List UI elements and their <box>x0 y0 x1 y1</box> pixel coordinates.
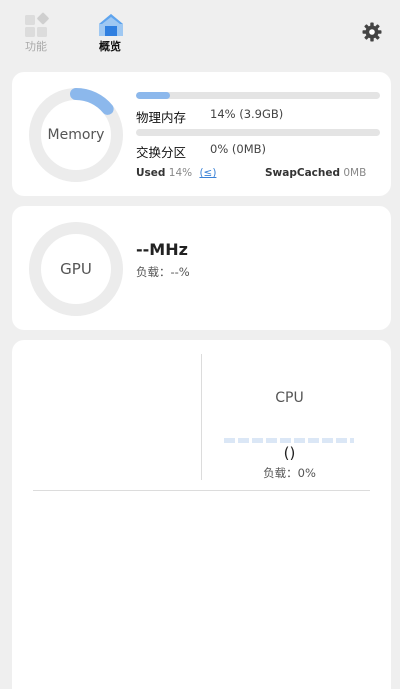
memory-card[interactable]: Memory 物理内存 14% (3.9GB) 交换分区 0% (0MB) Us… <box>12 72 391 196</box>
nav-tab-features[interactable]: 功能 <box>16 12 56 54</box>
swapcached-label: SwapCached <box>265 167 340 179</box>
grid-apps-icon <box>23 12 49 38</box>
memory-ring-label: Memory <box>47 127 105 143</box>
swap-bar <box>136 129 380 136</box>
used-label: Used <box>136 167 166 179</box>
physical-memory-label: 物理内存 <box>136 110 187 125</box>
gpu-frequency: --MHz <box>136 240 188 259</box>
nav-tab-overview-label: 概览 <box>99 40 121 53</box>
gpu-ring-label: GPU <box>60 260 92 278</box>
cpu-card[interactable]: CPU () 负载：0% <box>12 340 391 689</box>
nav-tab-overview[interactable]: 概览 <box>90 12 130 54</box>
cpu-value: () <box>283 444 296 462</box>
swapcached-value: 0MB <box>343 167 367 179</box>
home-icon <box>97 12 123 38</box>
gpu-load: 负载：--% <box>136 265 190 279</box>
swapcached-summary: SwapCached 0MB <box>265 167 366 179</box>
physical-memory-value: 14% (3.9GB) <box>210 107 284 121</box>
physical-memory-bar-fill <box>136 92 171 99</box>
cpu-core-usage-bars <box>224 438 354 443</box>
settings-button[interactable] <box>360 20 384 44</box>
gpu-card[interactable]: GPU --MHz 负载：--% <box>12 206 391 330</box>
used-summary: Used 14% (≤) <box>136 167 216 179</box>
used-value: 14% <box>168 167 193 179</box>
cpu-title: CPU <box>275 390 304 406</box>
swap-value: 0% (0MB) <box>210 142 267 156</box>
physical-memory-bar <box>136 92 380 99</box>
gpu-ring-gauge: GPU <box>28 221 124 317</box>
cpu-load: 负载：0% <box>263 466 316 480</box>
swap-label: 交换分区 <box>136 145 187 160</box>
cpu-horizontal-divider <box>33 490 370 491</box>
nav-tab-features-label: 功能 <box>25 40 47 53</box>
gear-icon <box>362 22 382 42</box>
used-details-link[interactable]: (≤) <box>199 167 216 179</box>
top-navigation: 功能 概览 <box>0 0 400 64</box>
memory-ring-gauge: Memory <box>28 87 124 183</box>
